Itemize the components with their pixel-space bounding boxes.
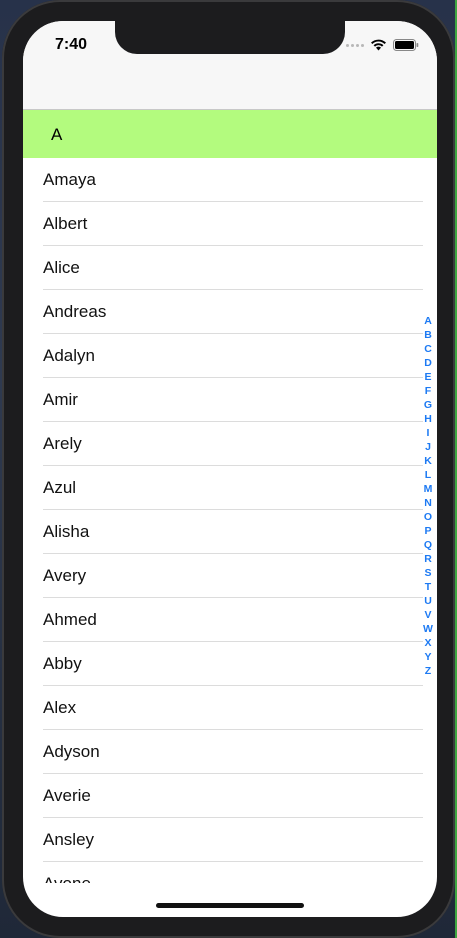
index-letter[interactable]: U [424,594,432,608]
list-item-label: Alisha [43,522,90,541]
list-item-label: Ahmed [43,610,97,629]
list-item-label: Amaya [43,170,96,189]
list-item-label: Averie [43,786,91,805]
index-letter[interactable]: E [424,370,431,384]
contact-list[interactable]: Amaya Albert Alice Andreas Adalyn Amir Arely Az… [23,158,437,883]
index-letter[interactable]: Y [424,650,431,664]
index-letter[interactable]: R [424,552,432,566]
section-header: A [23,110,437,158]
list-item[interactable]: Alisha [23,510,437,554]
list-item[interactable]: Albert [23,202,437,246]
index-letter[interactable]: A [424,314,432,328]
home-indicator[interactable] [156,903,304,908]
index-letter[interactable]: F [425,384,431,398]
index-letter[interactable]: X [424,636,431,650]
list-item[interactable]: Averie [23,774,437,818]
index-letter[interactable]: C [424,342,432,356]
cellular-signal-icon [346,43,364,47]
device-frame: 7:40 A Amaya Albert Alice Andreas Adalyn… [2,0,455,938]
list-item-label: Albert [43,214,88,233]
list-item[interactable]: Alex [23,686,437,730]
wifi-icon [370,39,387,51]
index-letter[interactable]: I [427,426,430,440]
list-item[interactable]: Avery [23,554,437,598]
status-icons [346,39,419,51]
index-letter[interactable]: Q [424,538,432,552]
index-letter[interactable]: D [424,356,432,370]
device-screen: 7:40 A Amaya Albert Alice Andreas Adalyn… [23,21,437,917]
index-letter[interactable]: N [424,496,432,510]
list-item-label: Arely [43,434,82,453]
index-letter[interactable]: W [423,622,433,636]
device-notch [115,21,345,54]
list-item-label: Abby [43,654,82,673]
status-time: 7:40 [55,36,88,53]
list-item-label: Avone [43,874,91,883]
list-item[interactable]: Avone [23,862,437,883]
list-item[interactable]: Adyson [23,730,437,774]
index-letter[interactable]: M [424,482,433,496]
index-letter[interactable]: S [424,566,431,580]
list-item-label: Alice [43,258,80,277]
index-letter[interactable]: P [424,524,431,538]
section-header-label: A [51,125,63,144]
section-index-bar[interactable]: ABCDEFGHIJKLMNOPQRSTUVWXYZ [422,314,434,678]
list-item-label: Adyson [43,742,100,761]
index-letter[interactable]: V [424,608,431,622]
list-item-label: Avery [43,566,87,585]
list-item[interactable]: Amaya [23,158,437,202]
list-item[interactable]: Andreas [23,290,437,334]
index-letter[interactable]: T [425,580,431,594]
index-letter[interactable]: O [424,510,432,524]
list-item-label: Alex [43,698,77,717]
list-item-label: Adalyn [43,346,95,365]
list-item[interactable]: Abby [23,642,437,686]
list-item[interactable]: Arely [23,422,437,466]
index-letter[interactable]: H [424,412,432,426]
index-letter[interactable]: L [425,468,431,482]
list-item-label: Andreas [43,302,107,321]
list-item[interactable]: Ansley [23,818,437,862]
index-letter[interactable]: Z [425,664,431,678]
list-item[interactable]: Azul [23,466,437,510]
list-item-label: Azul [43,478,77,497]
battery-icon [393,39,419,51]
list-item-label: Amir [43,390,78,409]
list-item[interactable]: Ahmed [23,598,437,642]
index-letter[interactable]: B [424,328,432,342]
index-letter[interactable]: G [424,398,432,412]
index-letter[interactable]: K [424,454,432,468]
list-item[interactable]: Amir [23,378,437,422]
list-item-label: Ansley [43,830,95,849]
list-item[interactable]: Alice [23,246,437,290]
list-item[interactable]: Adalyn [23,334,437,378]
index-letter[interactable]: J [425,440,431,454]
